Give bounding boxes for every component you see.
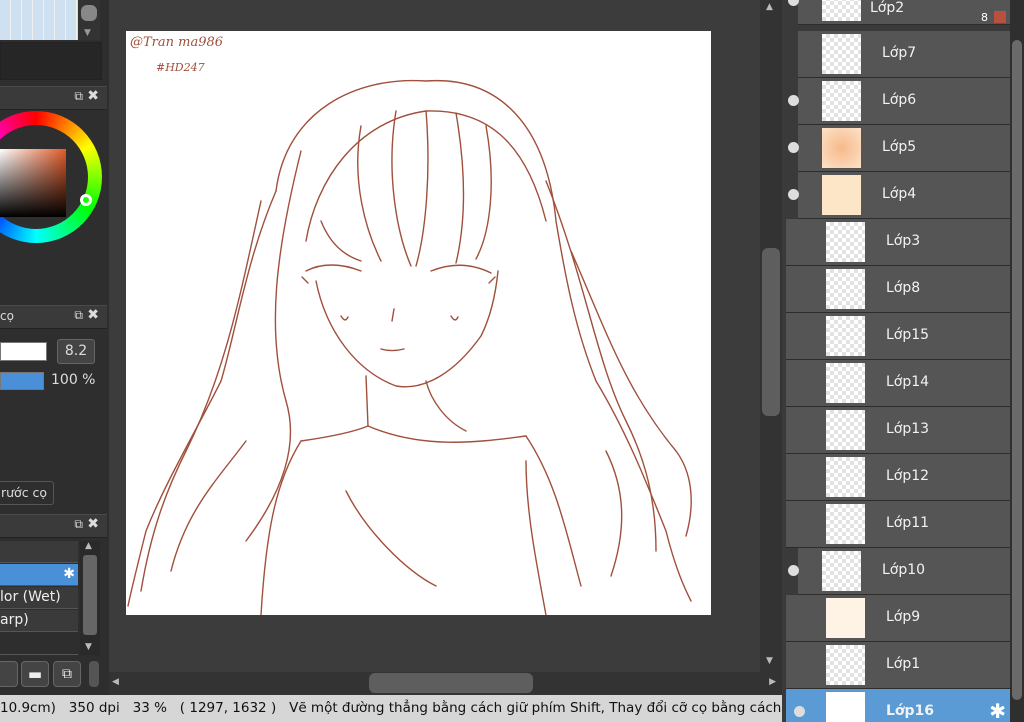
layer-row[interactable]: Lớp12 xyxy=(786,454,1010,501)
close-icon[interactable]: ✖ xyxy=(87,88,99,104)
layer-color-tag xyxy=(994,11,1006,23)
brush-list-item-selected[interactable]: ✱ xyxy=(0,564,78,586)
vertical-scroll-thumb[interactable] xyxy=(762,248,780,416)
layer-row[interactable]: Lớp9 xyxy=(786,595,1010,642)
layer-row[interactable]: Lớp14 xyxy=(786,360,1010,407)
layer-row[interactable]: Lớp2 8 xyxy=(788,0,1010,25)
opacity-slider[interactable] xyxy=(0,372,44,390)
folder-icon: ▬ xyxy=(27,665,43,683)
brush-list-item[interactable]: lor (Wet) xyxy=(0,587,78,609)
gear-icon[interactable]: ✱ xyxy=(989,699,1006,722)
brush-panel-header: cọ ⧉ ✖ xyxy=(0,305,107,329)
layer-row[interactable]: Lớp4 xyxy=(788,172,1010,219)
brush-list-item[interactable] xyxy=(0,633,78,655)
horizontal-scroll-thumb[interactable] xyxy=(369,673,533,693)
layer-panel-scrollbar[interactable] xyxy=(1010,0,1024,722)
close-icon[interactable]: ✖ xyxy=(87,307,99,323)
brush-list-item[interactable] xyxy=(0,541,78,563)
brush-list-item[interactable]: arp) xyxy=(0,610,78,632)
layer-row[interactable]: Lớp15 xyxy=(786,313,1010,360)
close-icon[interactable]: ✖ xyxy=(87,516,99,532)
layer-row[interactable]: Lớp7 xyxy=(798,31,1010,78)
status-hint: Vẽ một đường thẳng bằng cách giữ phím Sh… xyxy=(289,700,782,716)
layer-row[interactable]: Lớp5 xyxy=(788,125,1010,172)
copy-brush-button[interactable] xyxy=(0,661,18,687)
visibility-eye-icon[interactable] xyxy=(794,706,805,717)
panel-resize-handle[interactable] xyxy=(89,661,99,687)
layer-row-selected[interactable]: Lớp16 ✱ xyxy=(786,689,1010,722)
layer-panel: Lớp2 8 Lớp7 Lớp6 Lớp5 Lớp4 Lớp3 Lớp8 Lớp… xyxy=(782,0,1024,722)
layer-row[interactable]: Lớp6 xyxy=(788,78,1010,125)
color-saturation-square[interactable] xyxy=(0,149,66,217)
color-swatch-grid[interactable] xyxy=(0,0,78,40)
popout-icon[interactable]: ⧉ xyxy=(74,89,83,104)
visibility-eye-icon[interactable] xyxy=(788,565,799,576)
layer-row[interactable]: Lớp8 xyxy=(786,266,1010,313)
color-panel-header: ⧉ ✖ xyxy=(0,86,107,110)
brush-panel-title: cọ xyxy=(0,309,14,323)
hue-selector-ring[interactable] xyxy=(80,194,92,206)
popout-icon[interactable]: ⧉ xyxy=(74,517,83,532)
visibility-eye-icon[interactable] xyxy=(788,95,799,106)
gear-icon[interactable]: ✱ xyxy=(63,564,75,585)
canvas-size: 10.9cm) xyxy=(0,700,56,716)
duplicate-button[interactable]: ⧉ xyxy=(53,661,81,687)
brush-color-bar[interactable] xyxy=(0,342,47,361)
canvas-horizontal-scrollbar[interactable]: ◀ ▶ xyxy=(109,672,782,695)
duplicate-icon: ⧉ xyxy=(62,666,72,682)
layer-count-badge: 8 xyxy=(981,11,988,24)
canvas-dpi: 350 dpi xyxy=(68,700,120,716)
left-panel: ▼ ⧉ ✖ cọ ⧉ ✖ 8.2 100 % rước cọ ⧉ ✖ ✱ lor… xyxy=(0,0,109,695)
brush-size-field[interactable]: 8.2 xyxy=(57,339,95,364)
layer-row[interactable]: Lớp1 xyxy=(786,642,1010,689)
folder-button[interactable]: ▬ xyxy=(21,661,49,687)
visibility-eye-icon[interactable] xyxy=(788,142,799,153)
swatch-panel-bottom xyxy=(0,42,102,80)
layer-row[interactable]: Lớp10 xyxy=(788,548,1010,595)
popout-icon[interactable]: ⧉ xyxy=(74,308,83,323)
layer-scroll-thumb[interactable] xyxy=(1012,40,1022,700)
status-bar: 10.9cm) 350 dpi 33 % ( 1297, 1632 ) Vẽ m… xyxy=(0,695,782,722)
cursor-coordinates: ( 1297, 1632 ) xyxy=(179,700,277,716)
layer-row[interactable]: Lớp11 xyxy=(786,501,1010,548)
drawing-canvas[interactable]: @Tran ma986 #HD247 xyxy=(126,31,711,615)
zoom-level: 33 % xyxy=(132,700,167,716)
swatch-scrollbar[interactable]: ▼ xyxy=(78,0,100,40)
visibility-eye-icon[interactable] xyxy=(788,0,799,6)
layer-row[interactable]: Lớp13 xyxy=(786,407,1010,454)
visibility-eye-icon[interactable] xyxy=(788,189,799,200)
layer-row[interactable]: Lớp3 xyxy=(786,219,1010,266)
canvas-vertical-scrollbar[interactable]: ▲ ▼ xyxy=(760,0,782,672)
opacity-value: 100 % xyxy=(51,372,96,388)
brush-list-header: ⧉ ✖ xyxy=(0,514,107,538)
brush-preview-button[interactable]: rước cọ xyxy=(0,481,54,505)
brush-list-scrollbar[interactable]: ▲ ▼ xyxy=(80,541,100,655)
line-art-drawing xyxy=(127,79,692,615)
